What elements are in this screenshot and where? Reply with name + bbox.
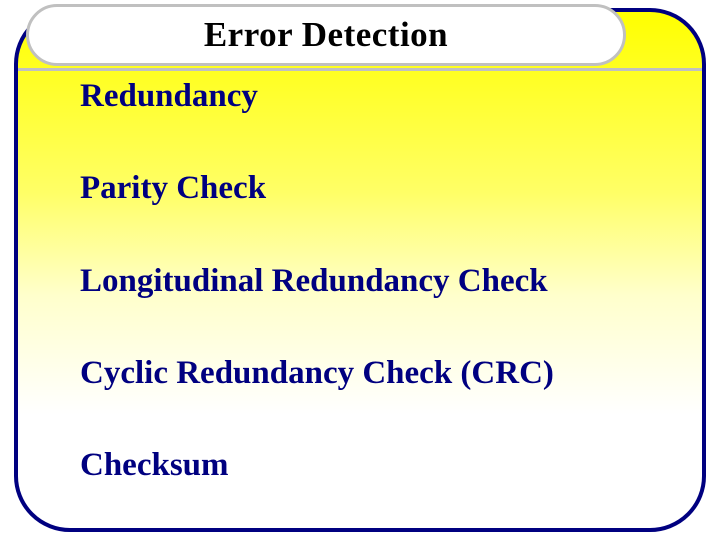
title-banner: Error Detection	[26, 4, 626, 66]
title-underline	[18, 68, 702, 71]
list-item: Cyclic Redundancy Check (CRC)	[80, 355, 660, 391]
list-item: Redundancy	[80, 78, 660, 114]
list-item: Parity Check	[80, 170, 660, 206]
list-item: Longitudinal Redundancy Check	[80, 263, 660, 299]
content-area: Redundancy Parity Check Longitudinal Red…	[80, 78, 660, 539]
slide-title: Error Detection	[204, 15, 448, 55]
list-item: Checksum	[80, 447, 660, 483]
